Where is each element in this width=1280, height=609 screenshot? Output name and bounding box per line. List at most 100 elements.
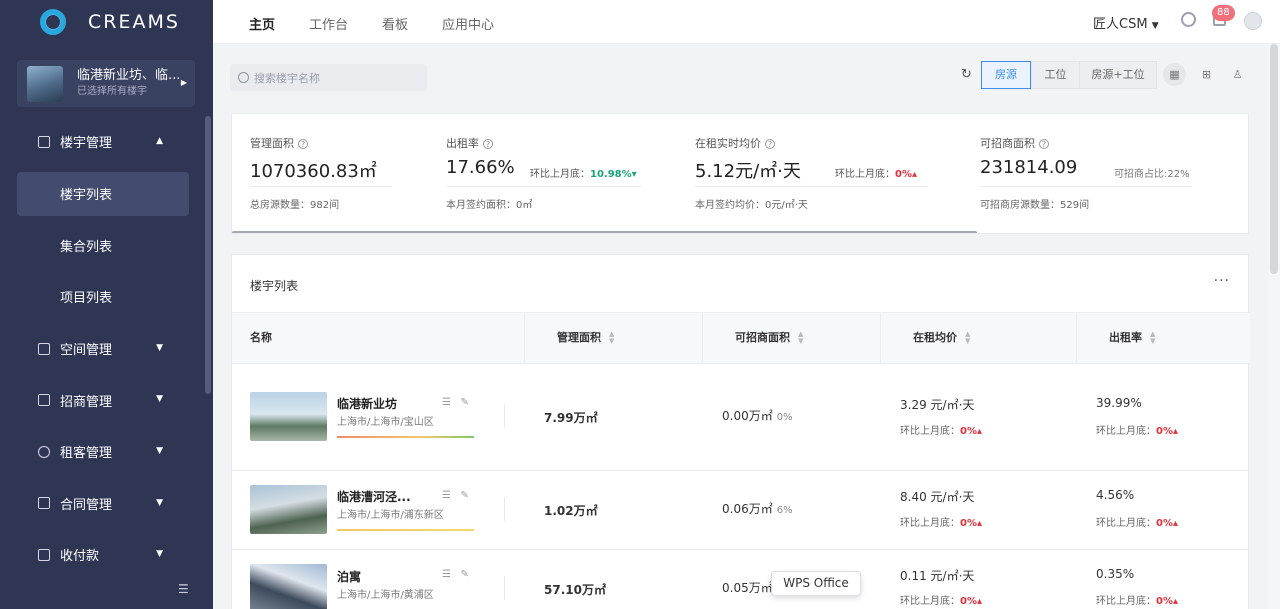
cell-mgmt-area: 57.10万㎡ (544, 583, 606, 597)
table-row[interactable]: 泊寓 ☰ ✎ 上海市/上海市/黄浦区 57.10万㎡ 0.05万㎡ 0.11 元… (232, 550, 1250, 609)
tab-workbench[interactable]: 工作台 (309, 14, 348, 33)
logo[interactable]: CREAMS (0, 0, 213, 44)
stat-sub: 本月签约面积：0㎡ (446, 200, 533, 211)
stat-value: 231814.09 (980, 157, 1078, 178)
stat-sub: 本月签约均价：0元/㎡·天 (695, 200, 808, 211)
cell-available-area: 0.00万㎡ 0% (722, 409, 793, 423)
project-subtitle: 已选择所有楼宇 (77, 85, 147, 97)
project-selector[interactable]: 临港新业坊、临... 已选择所有楼宇 ▶ (17, 60, 195, 107)
table-row[interactable]: 临港漕河泾... ☰ ✎ 上海市/上海市/浦东新区 1.02万㎡ 0.06万㎡ 6… (232, 471, 1250, 550)
leasing-icon (38, 394, 50, 407)
grid-view-icon[interactable]: ⊞ (1195, 63, 1218, 86)
column-occupancy[interactable]: 出租率 ▲ ▼ (1077, 313, 1250, 363)
sidebar-subitem-label: 楼宇列表 (60, 188, 113, 204)
tab-dashboard[interactable]: 看板 (382, 14, 408, 33)
arrow-up-icon: ▴ (911, 169, 918, 180)
stat-value: 1070360.83㎡ (250, 161, 377, 182)
column-label: 在租均价 (913, 331, 957, 344)
cell-avg-rent: 0.11 元/㎡·天 (900, 569, 975, 583)
sidebar-scrollbar[interactable] (205, 116, 211, 394)
search-input[interactable]: 搜索楼宇名称 (230, 64, 427, 91)
sidebar-item-contract-mgmt[interactable]: 合同管理 ▼ (0, 478, 205, 530)
building-address: 上海市/上海市/宝山区 (337, 417, 434, 428)
collapse-menu-icon[interactable]: ☰ (178, 582, 189, 596)
help-icon[interactable]: ? (483, 139, 493, 149)
sort-icon[interactable]: ▲ ▼ (609, 331, 614, 345)
sidebar-item-payments[interactable]: 收付款 ▼ (0, 529, 205, 581)
sidebar-nav: 楼宇管理 ▲ 楼宇列表 集合列表 项目列表 空间管理 ▼ 招商管理 ▼ 租客管理… (0, 116, 205, 581)
tab-app-center[interactable]: 应用中心 (442, 14, 494, 33)
stats-horizontal-scrollbar[interactable] (232, 231, 977, 233)
table-row[interactable]: 临港新业坊 ☰ ✎ 上海市/上海市/宝山区 7.99万㎡ 0.00万㎡ 0% 3.… (232, 364, 1250, 471)
cell-mgmt-area: 7.99万㎡ (544, 411, 598, 425)
cell-occupancy-compare: 环比上月底：0%▴ (1096, 596, 1179, 607)
sidebar-item-building-mgmt[interactable]: 楼宇管理 ▲ (0, 116, 205, 168)
segment-rooms[interactable]: 房源 (981, 61, 1031, 89)
sort-icon[interactable]: ▲ ▼ (1150, 331, 1155, 345)
building-progress-bar (337, 529, 474, 531)
notification-badge: 88 (1212, 5, 1235, 21)
space-icon (38, 342, 50, 355)
help-icon[interactable]: ? (765, 139, 775, 149)
divider (504, 404, 505, 428)
sort-icon[interactable]: ▲ ▼ (965, 331, 970, 345)
payment-icon (38, 548, 50, 561)
help-icon[interactable]: ? (1039, 139, 1049, 149)
edit-icon[interactable]: ✎ (461, 490, 469, 501)
sidebar-item-label: 租客管理 (60, 446, 113, 462)
building-name[interactable]: 泊寓 (337, 568, 361, 585)
column-name: 名称 (232, 313, 525, 363)
sidebar-item-space-mgmt[interactable]: 空间管理 ▼ (0, 323, 205, 375)
page-scrollbar[interactable] (1270, 44, 1278, 274)
stat-label: 出租率 (446, 137, 479, 150)
cell-avg-rent: 8.40 元/㎡·天 (900, 490, 975, 504)
compare-label: 环比上月底： (835, 169, 895, 180)
column-mgmt-area[interactable]: 管理面积 ▲ ▼ (525, 313, 703, 363)
edit-icon[interactable]: ✎ (461, 397, 469, 408)
sidebar-subitem-label: 项目列表 (60, 291, 113, 307)
column-avg-rent[interactable]: 在租均价 ▲ ▼ (881, 313, 1077, 363)
sidebar-item-label: 收付款 (60, 549, 100, 565)
segment-workstations[interactable]: 工位 (1031, 61, 1080, 89)
help-icon[interactable]: ? (298, 139, 308, 149)
segment-rooms-workstations[interactable]: 房源+工位 (1079, 61, 1157, 89)
sidebar-item-label: 合同管理 (60, 497, 113, 513)
cell-occupancy: 0.35% (1096, 567, 1135, 581)
stat-sub: 可招商房源数量：529间 (980, 200, 1090, 211)
sidebar-item-label: 楼宇管理 (60, 136, 113, 152)
sidebar-subitem-label: 集合列表 (60, 239, 113, 255)
more-icon[interactable]: ··· (1214, 273, 1230, 289)
chevron-down-icon: ▼ (156, 342, 163, 353)
building-name[interactable]: 临港漕河泾... (337, 488, 411, 505)
edit-icon[interactable]: ✎ (461, 569, 469, 580)
sidebar: CREAMS 临港新业坊、临... 已选择所有楼宇 ▶ 楼宇管理 ▲ 楼宇列表 … (0, 0, 213, 609)
refresh-icon[interactable]: ↻ (961, 67, 972, 82)
building-thumbnail (250, 485, 327, 534)
building-name[interactable]: 临港新业坊 (337, 395, 397, 412)
settings-icon[interactable] (1181, 12, 1196, 27)
tab-home[interactable]: 主页 (249, 14, 275, 33)
card-view-icon[interactable]: ▦ (1163, 63, 1186, 86)
compare-value: 10.98% (590, 169, 632, 180)
person-view-icon[interactable]: ♙ (1226, 63, 1249, 86)
logo-text: CREAMS (88, 11, 180, 33)
list-icon[interactable]: ☰ (442, 569, 451, 580)
sidebar-item-tenant-mgmt[interactable]: 租客管理 ▼ (0, 426, 205, 478)
cell-avg-rent-compare: 环比上月底：0%▴ (900, 596, 983, 607)
logo-icon (40, 9, 66, 35)
list-icon[interactable]: ☰ (442, 490, 451, 501)
column-label: 名称 (250, 331, 272, 344)
sidebar-item-leasing-mgmt[interactable]: 招商管理 ▼ (0, 374, 205, 426)
sidebar-subitem-collection-list[interactable]: 集合列表 (0, 220, 205, 272)
cell-occupancy: 4.56% (1096, 488, 1135, 502)
building-icon (38, 135, 50, 148)
chevron-down-icon: ▼ (156, 549, 163, 560)
column-available-area[interactable]: 可招商面积 ▲ ▼ (703, 313, 881, 363)
sidebar-subitem-building-list[interactable]: 楼宇列表 (17, 171, 189, 216)
list-icon[interactable]: ☰ (442, 397, 451, 408)
sidebar-subitem-project-list[interactable]: 项目列表 (0, 271, 205, 323)
stat-value: 17.66% (446, 157, 515, 178)
user-menu[interactable]: 匠人CSM ▼ (1093, 13, 1159, 32)
sort-icon[interactable]: ▲ ▼ (798, 331, 803, 345)
avatar[interactable] (1244, 12, 1262, 30)
